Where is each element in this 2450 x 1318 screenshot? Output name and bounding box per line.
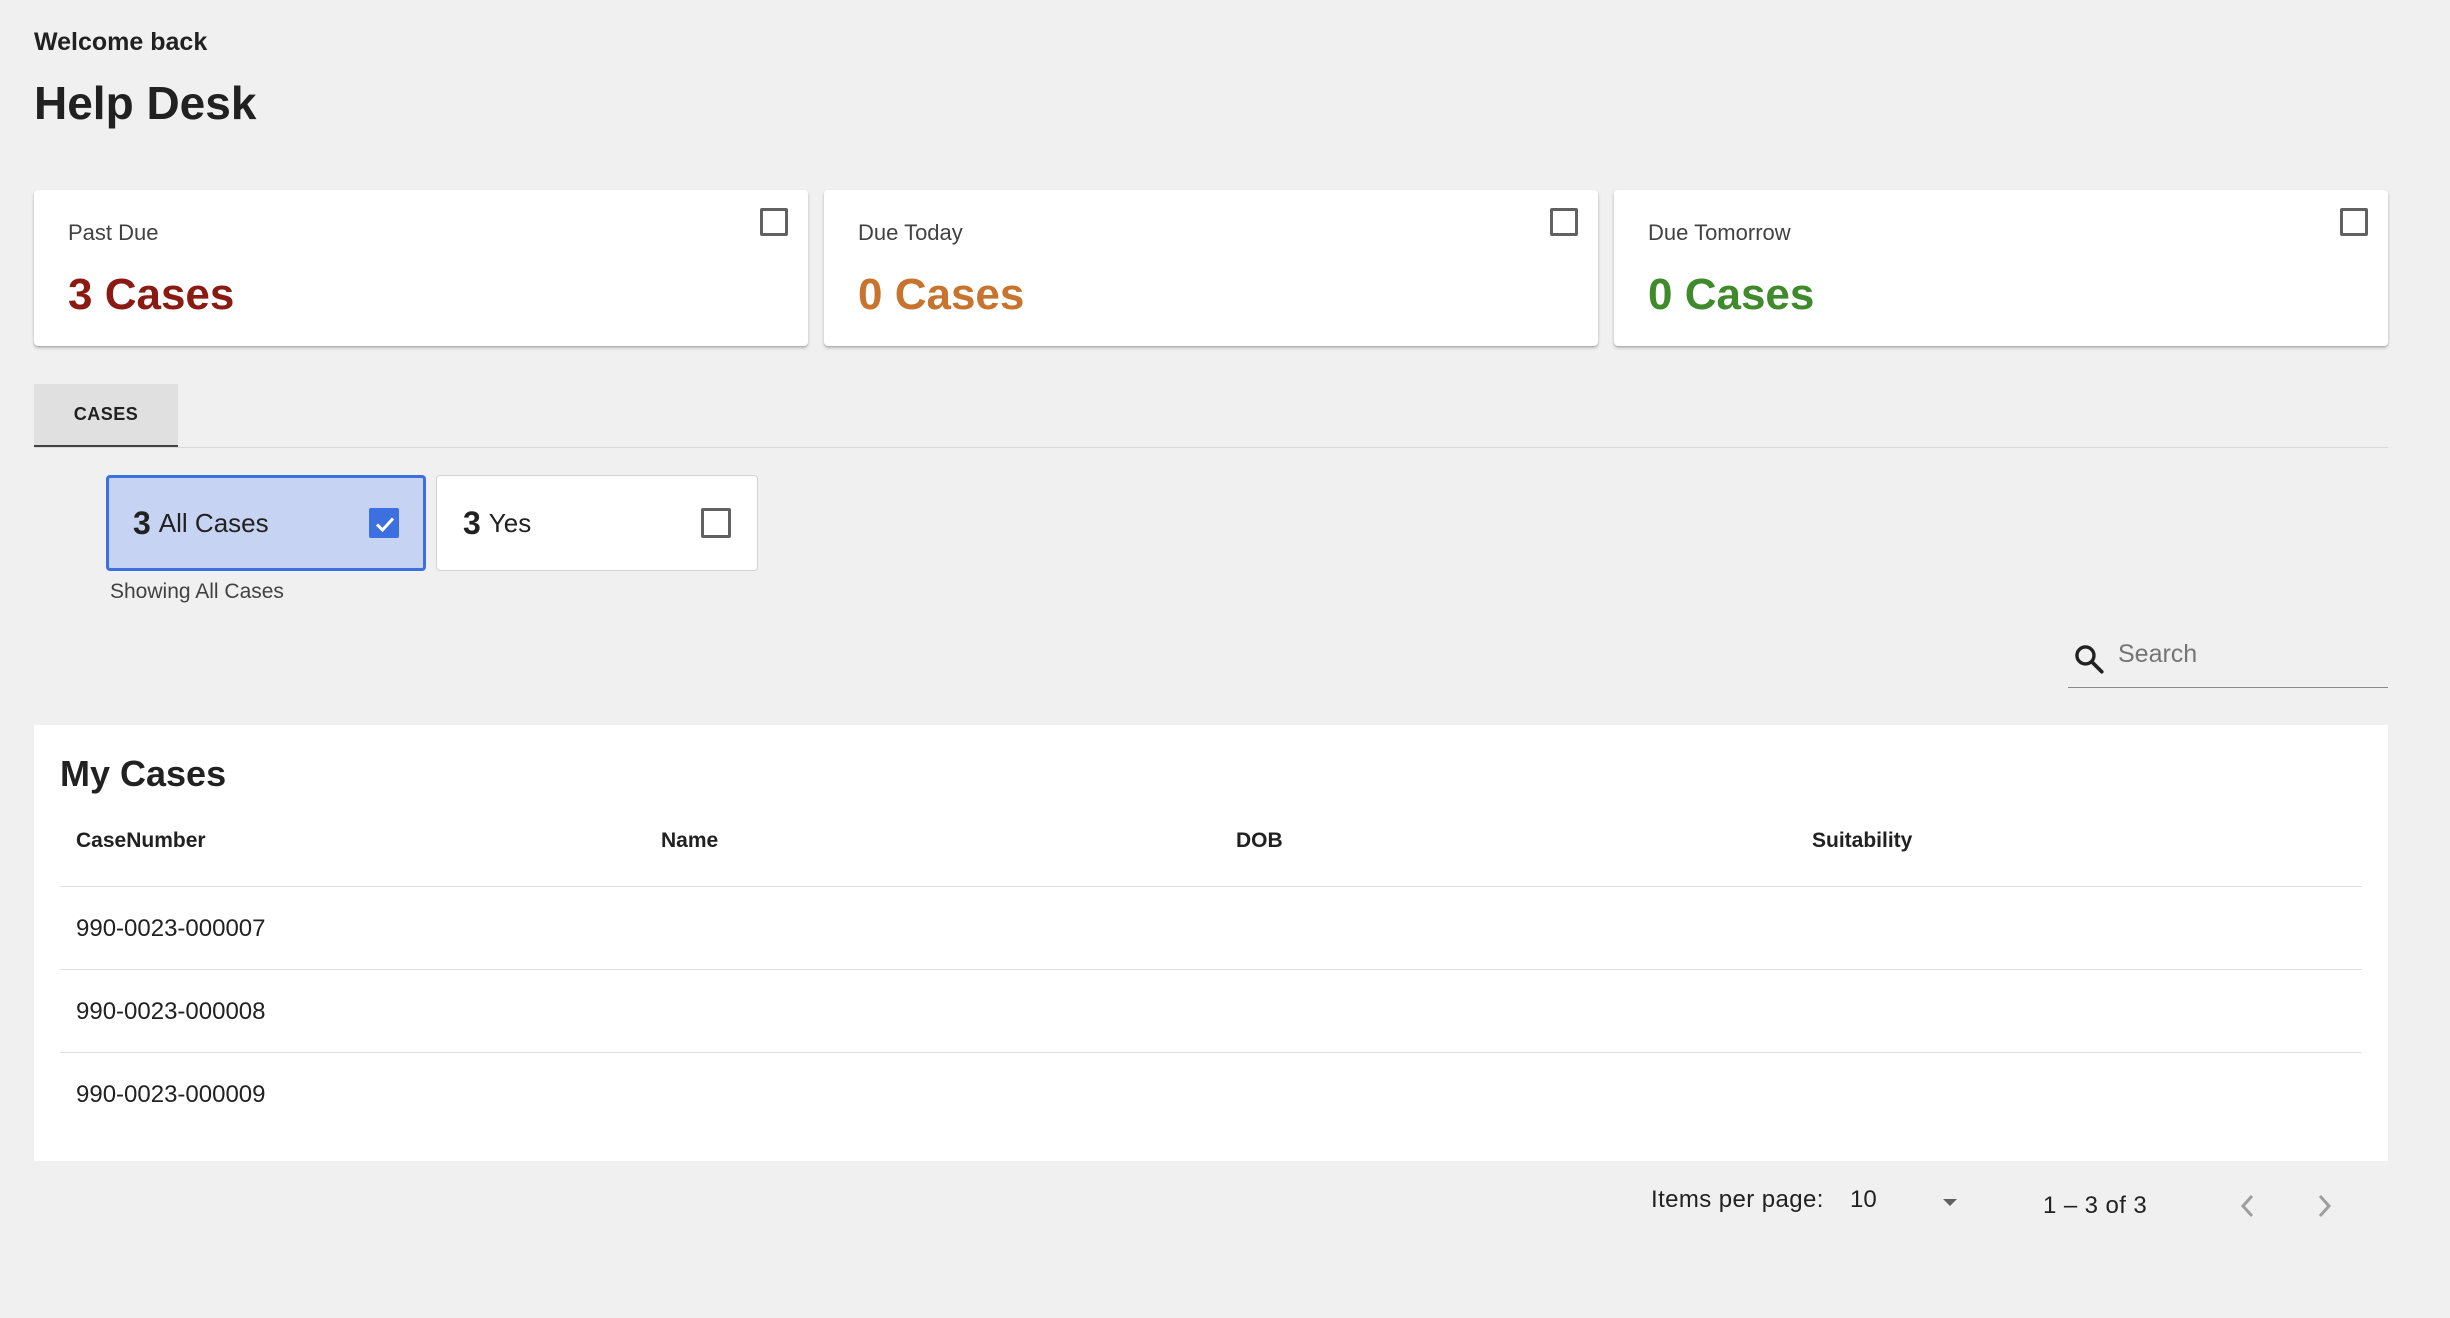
filter-yes[interactable]: 3 Yes (436, 475, 758, 571)
welcome-text: Welcome back (34, 28, 208, 56)
help-desk-page: Welcome back Help Desk Past Due 3 Cases … (0, 0, 2450, 1318)
summary-card-label: Due Today (858, 220, 963, 245)
search-field[interactable] (2068, 622, 2388, 688)
summary-card-count: 0 Cases (858, 270, 1025, 319)
filter-all-cases[interactable]: 3 All Cases (106, 475, 426, 571)
my-cases-table: My Cases CaseNumber Name DOB Suitability… (34, 725, 2388, 1161)
past-due-checkbox[interactable] (760, 208, 788, 236)
due-today-checkbox[interactable] (1550, 208, 1578, 236)
case-number-cell: 990-0023-000009 (76, 1081, 266, 1108)
summary-card-count: 0 Cases (1648, 270, 1815, 319)
tab-cases[interactable]: CASES (34, 384, 178, 448)
items-per-page-select[interactable]: 10 (1850, 1186, 1877, 1236)
due-tomorrow-checkbox[interactable] (2340, 208, 2368, 236)
checkmark-icon (375, 517, 395, 533)
filter-label: Yes (488, 507, 532, 538)
summary-card-count: 3 Cases (68, 270, 235, 319)
case-number-cell: 990-0023-000007 (76, 915, 266, 942)
column-header-suitability[interactable]: Suitability (1812, 829, 1912, 853)
all-cases-checkbox[interactable] (369, 508, 399, 538)
summary-card-due-tomorrow[interactable]: Due Tomorrow 0 Cases (1614, 190, 2388, 346)
filter-status-text: Showing All Cases (110, 580, 284, 603)
table-row[interactable]: 990-0023-000007 (60, 886, 2362, 969)
next-page-icon[interactable] (2312, 1190, 2336, 1222)
page-title: Help Desk (34, 77, 257, 129)
table-row[interactable]: 990-0023-000009 (60, 1052, 2362, 1135)
previous-page-icon[interactable] (2236, 1190, 2260, 1222)
table-row[interactable]: 990-0023-000008 (60, 969, 2362, 1052)
summary-card-label: Due Tomorrow (1648, 220, 1791, 245)
filter-label: All Cases (158, 507, 269, 538)
tab-divider (34, 447, 2388, 448)
summary-card-due-today[interactable]: Due Today 0 Cases (824, 190, 1598, 346)
filter-count: 3 (133, 504, 151, 541)
yes-checkbox[interactable] (701, 508, 731, 538)
page-range-label: 1 – 3 of 3 (2043, 1192, 2148, 1219)
column-header-name[interactable]: Name (661, 829, 718, 853)
filter-count: 3 (463, 504, 481, 541)
items-per-page-label: Items per page: (1651, 1186, 1824, 1213)
column-header-dob[interactable]: DOB (1236, 829, 1283, 853)
summary-card-label: Past Due (68, 220, 159, 245)
column-header-case-number[interactable]: CaseNumber (76, 829, 206, 853)
search-input[interactable] (2118, 632, 2378, 676)
table-title: My Cases (60, 753, 227, 794)
search-icon (2075, 645, 2104, 674)
summary-card-past-due[interactable]: Past Due 3 Cases (34, 190, 808, 346)
case-number-cell: 990-0023-000008 (76, 998, 266, 1025)
chevron-down-icon[interactable] (1940, 1196, 1960, 1208)
